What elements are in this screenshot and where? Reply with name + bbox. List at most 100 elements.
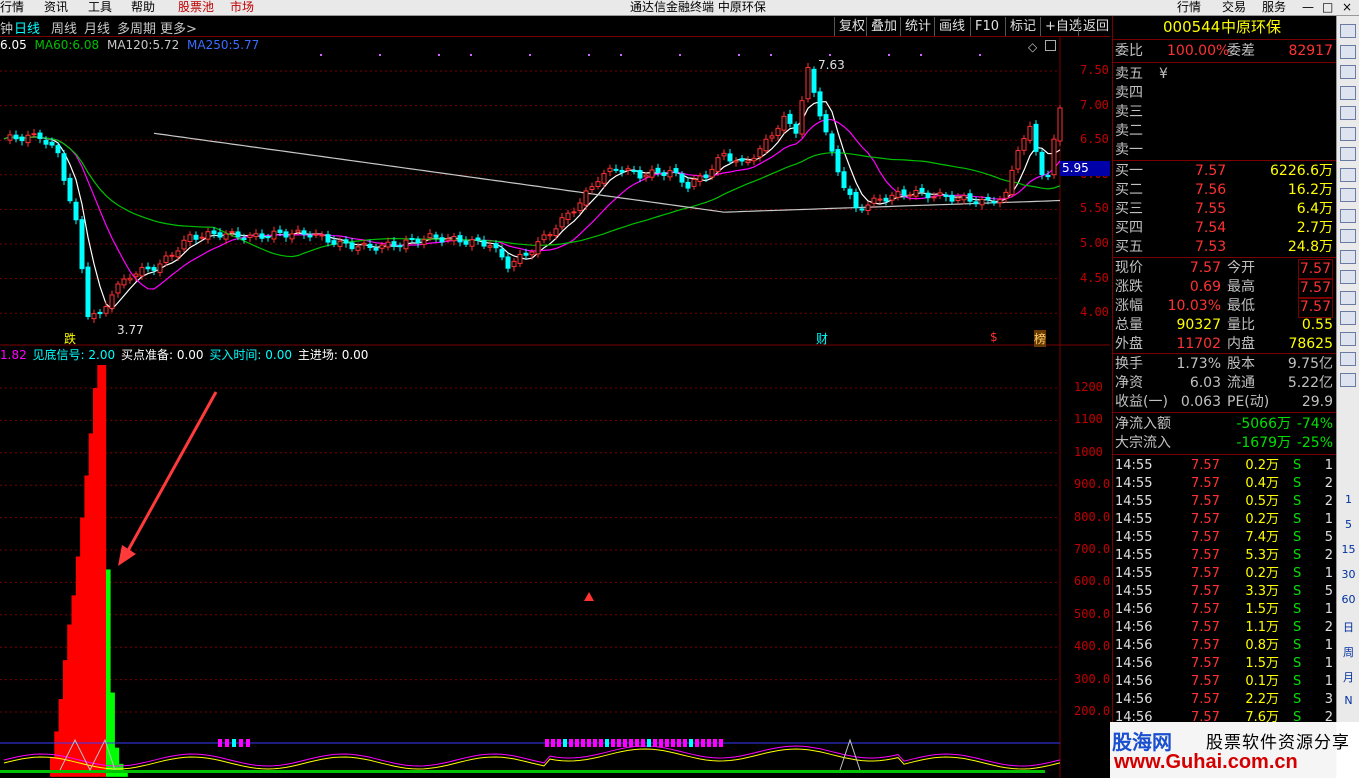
tick-row[interactable]: 14:56 7.57 2.2万 S 3 bbox=[1115, 691, 1335, 709]
period-shortcut[interactable]: 30 bbox=[1337, 568, 1359, 581]
report-tool-icon[interactable] bbox=[1340, 208, 1356, 223]
tick-volume: 0.4万 bbox=[1245, 476, 1279, 491]
ask-row[interactable]: 卖四 bbox=[1115, 84, 1335, 103]
candle-body bbox=[607, 167, 613, 173]
candle-body bbox=[1027, 125, 1033, 141]
event-mark-fall[interactable]: 跌 bbox=[64, 330, 76, 347]
list-tool-icon[interactable] bbox=[1340, 44, 1356, 59]
tick-row[interactable]: 14:56 7.57 0.8万 S 1 bbox=[1115, 637, 1335, 655]
kline-chart[interactable] bbox=[0, 0, 1110, 778]
ask-row[interactable]: 卖一 bbox=[1115, 141, 1335, 160]
quote-label-2: 内盘 bbox=[1227, 336, 1255, 352]
candle-body bbox=[463, 240, 469, 245]
wave-tool-icon[interactable] bbox=[1340, 290, 1356, 305]
event-mark-finance[interactable]: 财 bbox=[816, 330, 828, 347]
period-shortcut[interactable]: 15 bbox=[1337, 543, 1359, 556]
candle-body bbox=[745, 160, 751, 164]
menu-quotes[interactable]: 行情 bbox=[1177, 0, 1201, 14]
period-shortcut[interactable]: 日 bbox=[1337, 619, 1359, 635]
bid-label: 买四 bbox=[1115, 220, 1143, 236]
tick-row[interactable]: 14:55 7.57 7.4万 S 5 bbox=[1115, 529, 1335, 547]
quote-value-2: 0.55 bbox=[1301, 317, 1333, 333]
candle-body bbox=[913, 190, 919, 197]
money-tool-icon[interactable] bbox=[1340, 331, 1356, 346]
candle-body bbox=[631, 170, 637, 173]
tick-row[interactable]: 14:56 7.57 1.5万 S 1 bbox=[1115, 601, 1335, 619]
ask-row[interactable]: 卖三 bbox=[1115, 103, 1335, 122]
menu-trade[interactable]: 交易 bbox=[1222, 0, 1246, 14]
quote-label-2: 最高 bbox=[1227, 279, 1255, 295]
bookmark-tool-icon[interactable] bbox=[1340, 249, 1356, 264]
candle-body bbox=[469, 239, 475, 247]
close-icon[interactable]: × bbox=[1342, 0, 1352, 14]
tick-row[interactable]: 14:55 7.57 0.4万 S 2 bbox=[1115, 475, 1335, 493]
oscillator-block bbox=[587, 739, 591, 747]
period-shortcut[interactable]: N bbox=[1337, 694, 1359, 707]
bid-row[interactable]: 买五 7.53 24.8万 bbox=[1115, 238, 1335, 257]
quote-value-2: 78625 bbox=[1288, 336, 1333, 352]
tick-row[interactable]: 14:56 7.57 1.5万 S 1 bbox=[1115, 655, 1335, 673]
period-shortcut[interactable]: 60 bbox=[1337, 593, 1359, 606]
bid-row[interactable]: 买三 7.55 6.4万 bbox=[1115, 200, 1335, 219]
ask-row[interactable]: 卖五 ¥ bbox=[1115, 65, 1335, 84]
restore-icon[interactable]: □ bbox=[1322, 0, 1333, 14]
period-shortcut[interactable]: 周 bbox=[1337, 644, 1359, 660]
candle-body bbox=[577, 202, 583, 212]
candle-body bbox=[823, 114, 829, 133]
menu-service[interactable]: 服务 bbox=[1262, 0, 1286, 14]
candle-body bbox=[517, 253, 523, 264]
stats-value-2: 5.22亿 bbox=[1287, 375, 1333, 391]
period-shortcut[interactable]: 5 bbox=[1337, 518, 1359, 531]
bid-row[interactable]: 买四 7.54 2.7万 bbox=[1115, 219, 1335, 238]
ma250-label: MA250: bbox=[187, 38, 233, 52]
ask-row[interactable]: 卖二 bbox=[1115, 122, 1335, 141]
tick-row[interactable]: 14:55 7.57 0.2万 S 1 bbox=[1115, 457, 1335, 475]
zoom-tool-icon[interactable] bbox=[1340, 65, 1356, 79]
event-mark-dollar[interactable]: $ bbox=[990, 330, 998, 344]
bid-row[interactable]: 买一 7.57 6226.6万 bbox=[1115, 162, 1335, 181]
tick-row[interactable]: 14:55 7.57 3.3万 S 5 bbox=[1115, 583, 1335, 601]
tick-price: 7.57 bbox=[1191, 512, 1220, 527]
candle-body bbox=[361, 242, 367, 246]
bottom-green-strip bbox=[0, 770, 1045, 773]
price-axis-label: 7.50 bbox=[1080, 63, 1109, 77]
bar-tool-icon[interactable] bbox=[1340, 126, 1356, 141]
pencil-tool-icon[interactable] bbox=[1340, 372, 1356, 387]
candle-body bbox=[481, 240, 487, 247]
signal-dot bbox=[738, 54, 740, 56]
tick-row[interactable]: 14:56 7.57 0.1万 S 1 bbox=[1115, 673, 1335, 691]
tick-row[interactable]: 14:55 7.57 0.2万 S 1 bbox=[1115, 511, 1335, 529]
fio-tool-icon[interactable] bbox=[1340, 167, 1356, 182]
price-axis-label: 5.00 bbox=[1080, 236, 1109, 250]
candle-body bbox=[109, 294, 115, 309]
block-tool-icon[interactable] bbox=[1340, 188, 1356, 202]
line-tool-icon[interactable] bbox=[1340, 147, 1356, 161]
grid-tool-icon[interactable] bbox=[1340, 24, 1356, 38]
period-shortcut[interactable]: 1 bbox=[1337, 493, 1359, 506]
minimize-icon[interactable]: — bbox=[1302, 0, 1314, 14]
bid-label: 买五 bbox=[1115, 239, 1143, 255]
candle-body bbox=[223, 233, 229, 240]
tick-row[interactable]: 14:55 7.57 0.5万 S 2 bbox=[1115, 493, 1335, 511]
tick-time: 14:56 bbox=[1115, 620, 1153, 635]
tick-row[interactable]: 14:56 7.57 1.1万 S 2 bbox=[1115, 619, 1335, 637]
candle-body bbox=[391, 241, 397, 247]
tick-row[interactable]: 14:55 7.57 5.3万 S 2 bbox=[1115, 547, 1335, 565]
rsi-tool-icon[interactable] bbox=[1340, 311, 1356, 325]
stats-label-2: PE(动) bbox=[1227, 394, 1270, 410]
bid-row[interactable]: 买二 7.56 16.2万 bbox=[1115, 181, 1335, 200]
window-toggle-icon[interactable] bbox=[1045, 40, 1056, 51]
f10-tool-icon[interactable] bbox=[1340, 270, 1356, 284]
tick-row[interactable]: 14:55 7.57 0.2万 S 1 bbox=[1115, 565, 1335, 583]
move-tool-icon[interactable] bbox=[1340, 352, 1356, 366]
diamond-icon[interactable]: ◇ bbox=[1028, 40, 1037, 54]
oscillator-block bbox=[659, 739, 663, 747]
event-mark-rank[interactable]: 榜 bbox=[1034, 330, 1047, 347]
tick-price: 7.57 bbox=[1191, 476, 1220, 491]
period-shortcut[interactable]: 月 bbox=[1337, 669, 1359, 685]
candle-body bbox=[427, 233, 433, 239]
trend-tool-icon[interactable] bbox=[1340, 106, 1356, 120]
table-tool-icon[interactable] bbox=[1340, 85, 1356, 100]
fiz-tool-icon[interactable] bbox=[1340, 229, 1356, 243]
candle-body bbox=[445, 238, 451, 241]
